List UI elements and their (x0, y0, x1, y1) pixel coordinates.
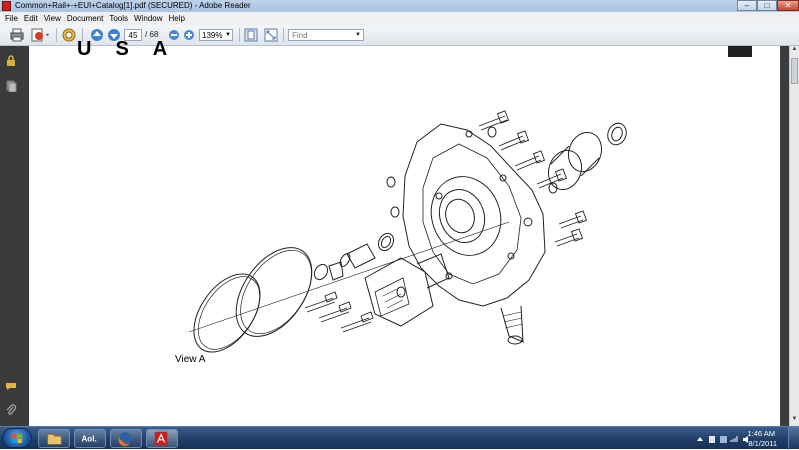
firefox-icon (118, 432, 132, 447)
fitting (328, 261, 344, 281)
comments-icon[interactable] (5, 380, 17, 392)
minimize-button[interactable]: – (737, 0, 757, 11)
actuator-body (416, 253, 450, 289)
toolbar-separator (56, 28, 57, 42)
o-ring-outer (193, 273, 261, 353)
chevron-down-icon: ▼ (355, 32, 361, 38)
bolt-group-top (478, 110, 588, 247)
mounting-hole (523, 217, 533, 227)
scrollbar-thumb[interactable] (791, 58, 798, 84)
adobe-reader-icon (154, 431, 168, 446)
print-icon[interactable] (10, 28, 24, 42)
close-button[interactable]: ✕ (777, 0, 799, 11)
o-ring-large (235, 247, 313, 337)
connector-housing (374, 277, 410, 317)
clock-time[interactable]: 1:46 AM (747, 429, 775, 438)
create-pdf-icon[interactable] (30, 28, 52, 42)
valve-body (346, 243, 376, 269)
folder-icon (47, 434, 62, 445)
vertical-scrollbar[interactable]: ▲ ▼ (789, 46, 799, 426)
lock-icon[interactable] (5, 55, 17, 67)
housing-face (422, 143, 522, 285)
scroll-down-icon[interactable]: ▼ (790, 416, 799, 426)
aol-label: Aol. (82, 435, 97, 444)
share-review-icon[interactable] (62, 28, 76, 42)
mounting-hole (435, 192, 443, 200)
taskbar: Aol. 1:46 AM 8/1/2011 (0, 426, 799, 450)
menu-file[interactable]: File (0, 12, 21, 25)
chevron-down-icon: ▼ (225, 32, 231, 38)
seal-ring-inner (611, 126, 623, 142)
toolbar-separator (283, 28, 284, 42)
seal-ring (607, 122, 627, 146)
view-label: View A (175, 354, 206, 365)
menu-help[interactable]: Help (166, 12, 188, 25)
find-input[interactable]: Find ▼ (288, 29, 364, 41)
cap-front (567, 131, 603, 173)
find-placeholder: Find (292, 31, 308, 40)
menu-bar: File Edit View Document Tools Window Help (0, 12, 799, 25)
screw-group-left (304, 291, 374, 333)
document-area: USA View A (22, 38, 789, 426)
menu-tools[interactable]: Tools (106, 12, 131, 25)
taskbar-aol[interactable]: Aol. (74, 429, 106, 448)
menu-edit[interactable]: Edit (21, 12, 41, 25)
washer (487, 126, 497, 138)
washer (390, 206, 400, 218)
scroll-up-icon[interactable]: ▲ (790, 46, 799, 56)
signal-icon (730, 436, 738, 442)
connector-pins (382, 287, 404, 309)
cap-sides (550, 145, 600, 177)
menu-document[interactable]: Document (64, 12, 106, 25)
sensor-tip (507, 335, 523, 345)
valve-seat (339, 253, 351, 267)
nut (313, 263, 329, 281)
bearing-bore (445, 198, 475, 234)
menu-view[interactable]: View (41, 12, 64, 25)
menu-window[interactable]: Window (131, 12, 165, 25)
title-bar: Common+Rail+-+EUI+Catalog[1].pdf (SECURE… (0, 0, 799, 12)
paperclip-icon[interactable] (5, 404, 17, 416)
fit-page-icon[interactable] (244, 28, 258, 42)
network-icon (720, 436, 727, 443)
small-o-ring (377, 232, 395, 252)
pdf-page: USA View A (29, 38, 780, 426)
housing-flange (430, 176, 502, 256)
exploded-parts-drawing (188, 110, 627, 353)
taskbar-firefox[interactable] (110, 429, 142, 448)
clock-date[interactable]: 8/1/2011 (748, 439, 777, 448)
taskbar-adobe-reader[interactable] (146, 429, 178, 448)
windows-logo-icon (12, 434, 22, 443)
washer (386, 176, 396, 188)
show-desktop-button[interactable] (788, 427, 799, 450)
navigation-panel (0, 46, 22, 426)
start-button[interactable] (2, 428, 32, 448)
pages-icon[interactable] (5, 80, 17, 92)
zoom-value: 139% (202, 31, 223, 40)
show-hidden-icons-icon (697, 437, 703, 441)
toolbar-separator (239, 28, 240, 42)
bearing-ring (438, 189, 486, 243)
tray-icons (697, 436, 748, 443)
system-tray: 1:46 AM 8/1/2011 (689, 427, 799, 450)
window-title: Common+Rail+-+EUI+Catalog[1].pdf (SECURE… (15, 1, 251, 10)
axis-line (188, 221, 510, 333)
zoom-select[interactable]: 139% ▼ (199, 29, 233, 41)
aol-icon: Aol. (82, 435, 97, 444)
full-screen-icon[interactable] (264, 28, 278, 42)
cap-back (547, 149, 583, 191)
action-center-icon (709, 436, 715, 443)
adobe-reader-icon (2, 1, 11, 11)
taskbar-explorer[interactable] (38, 429, 70, 448)
maximize-button[interactable]: □ (757, 0, 777, 11)
